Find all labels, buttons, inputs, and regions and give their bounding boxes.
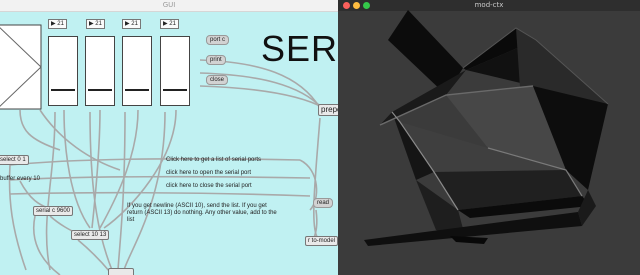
serial-object[interactable]: serial c 9600 — [33, 206, 74, 216]
viewer-window: mod-ctx — [338, 0, 640, 275]
select-0-1-object[interactable]: select 0 1 — [0, 155, 29, 165]
r-to-model-object[interactable]: r to-model — [305, 236, 338, 246]
slider-knob[interactable] — [88, 89, 112, 91]
close-message[interactable]: close — [206, 75, 229, 85]
prepend-object[interactable]: prepe — [318, 104, 338, 116]
slider-knob[interactable] — [163, 89, 187, 91]
window-title: GUI — [162, 1, 176, 9]
slider[interactable] — [48, 36, 78, 106]
print-message[interactable]: print — [206, 55, 226, 65]
close-port-comment: click here to close the serial port — [166, 183, 252, 189]
patch-heading: SERIA — [261, 28, 338, 69]
newline-note: If you get newline (ASCII 10), send the … — [127, 203, 267, 209]
port-c-message[interactable]: port c — [206, 35, 230, 45]
patch-object[interactable] — [108, 268, 134, 275]
3d-render-view[interactable] — [338, 0, 640, 275]
list-ports-comment: Click here to get a list of serial ports — [166, 157, 262, 163]
slider[interactable] — [122, 36, 152, 106]
slider[interactable] — [160, 36, 190, 106]
number-box[interactable]: ▶ 21 — [48, 19, 67, 29]
number-box[interactable]: ▶ 21 — [160, 19, 179, 29]
drawing-box[interactable] — [0, 24, 42, 110]
buffer-comment: buffer every 10 — [0, 176, 40, 182]
slider-knob[interactable] — [51, 89, 75, 91]
select-10-13-object[interactable]: select 10 13 — [71, 230, 110, 240]
patcher-titlebar: GUI — [0, 0, 338, 12]
number-box[interactable]: ▶ 21 — [122, 19, 141, 29]
read-message[interactable]: read — [313, 198, 334, 208]
newline-note: list — [127, 217, 135, 223]
number-box[interactable]: ▶ 21 — [86, 19, 105, 29]
open-port-comment: click here to open the serial port — [166, 170, 252, 176]
patcher-window: GUI ▶ 21 ▶ 21 ▶ 21 ▶ 21 port c print clo… — [0, 0, 338, 275]
slider[interactable] — [85, 36, 115, 106]
slider-knob[interactable] — [125, 89, 149, 91]
newline-note: return (ASCII 13) do nothing. Any other … — [127, 210, 277, 216]
